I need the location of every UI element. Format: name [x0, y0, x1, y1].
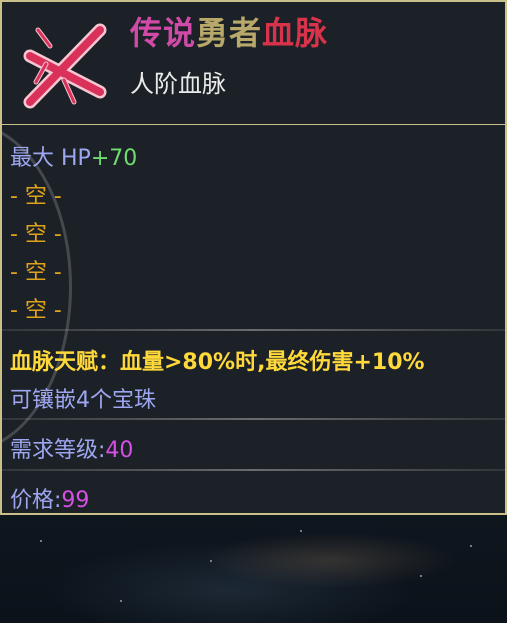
divider: [2, 469, 505, 471]
price: 价格:99: [10, 482, 90, 513]
item-tooltip: 传说勇者血脉 人阶血脉 最大 HP+70 - 空 - - 空 - - 空 - -…: [0, 0, 507, 515]
star: [470, 545, 472, 547]
star: [210, 560, 212, 562]
item-subtitle: 人阶血脉: [130, 70, 226, 98]
empty-slot: - 空 -: [10, 298, 62, 323]
empty-slot: - 空 -: [10, 184, 62, 209]
item-name-part2: 勇者: [196, 14, 263, 52]
divider: [2, 418, 505, 420]
star: [40, 540, 42, 542]
empty-slot: - 空 -: [10, 260, 62, 285]
stat-value: +70: [90, 146, 138, 171]
required-level: 需求等级:40: [10, 432, 133, 464]
price-value: 99: [61, 488, 90, 513]
required-level-label: 需求等级:: [10, 438, 106, 463]
item-name: 传说勇者血脉: [130, 8, 328, 54]
star: [120, 600, 122, 602]
crossed-sword-icon: [16, 16, 116, 116]
star: [300, 530, 302, 532]
tooltip-header: 传说勇者血脉 人阶血脉: [2, 2, 505, 125]
star: [420, 575, 422, 577]
price-label: 价格:: [10, 488, 62, 513]
stat-max-hp: 最大 HP+70: [10, 140, 137, 172]
item-name-part1: 传说: [130, 14, 197, 52]
stat-label: 最大 HP: [10, 146, 91, 171]
bloodline-talent: 血脉天赋：血量>80%时,最终伤害+10%: [10, 350, 425, 375]
required-level-value: 40: [105, 438, 134, 463]
divider: [2, 329, 505, 331]
socket-info: 可镶嵌4个宝珠: [10, 388, 156, 413]
item-name-part3: 血脉: [262, 14, 329, 52]
empty-slot: - 空 -: [10, 222, 62, 247]
